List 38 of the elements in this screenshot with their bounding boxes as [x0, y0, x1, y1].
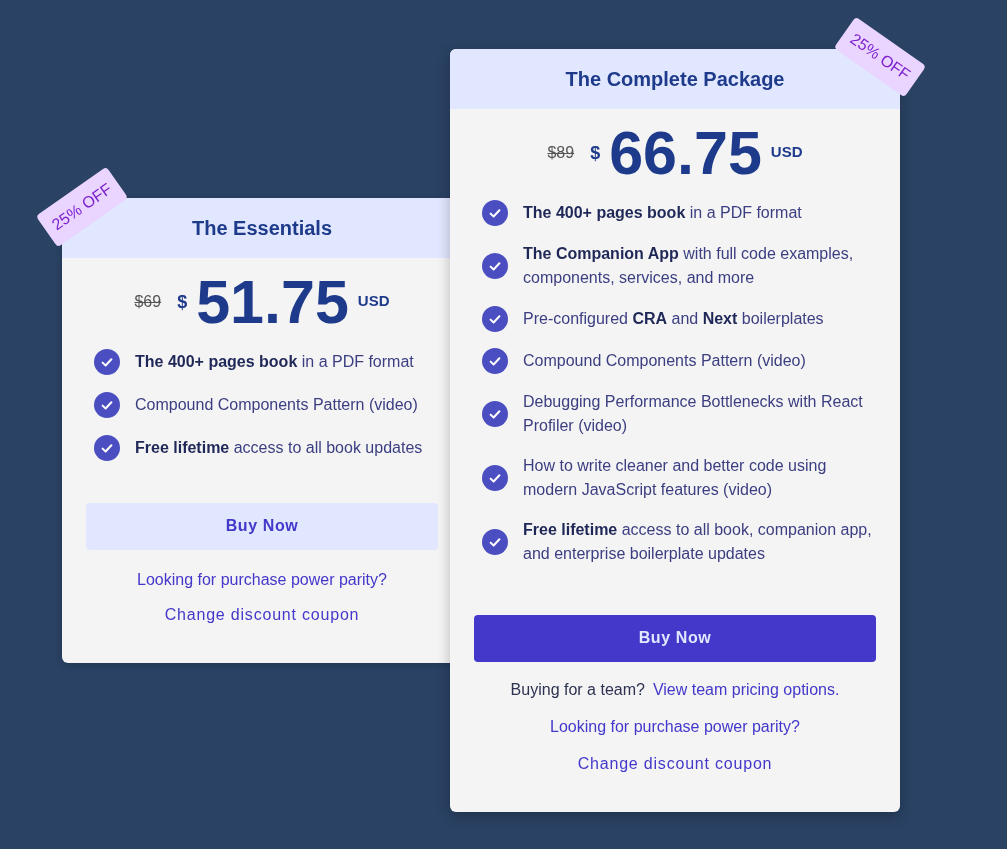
currency-symbol: $: [177, 292, 188, 312]
price-amount: 66.75: [609, 122, 762, 184]
footer-link[interactable]: Looking for purchase power parity?: [550, 714, 800, 739]
check-icon: [482, 528, 508, 555]
team-pricing-link[interactable]: View team pricing options.: [652, 677, 840, 702]
feature-text: Pre-configured CRA and Next boilerplates: [523, 308, 824, 329]
buy-now-button[interactable]: Buy Now: [474, 614, 876, 662]
feature-text: Debugging Performance Bottlenecks with React Profiler (video): [523, 391, 864, 436]
feature-text: The 400+ pages book in a PDF format: [135, 351, 414, 372]
plan-title: The Essentials: [191, 215, 333, 240]
buy-now-button[interactable]: Buy Now: [86, 502, 438, 550]
check-icon: [482, 305, 508, 332]
price-amount: 51.75: [196, 271, 349, 333]
check-icon: [482, 347, 508, 374]
feature-text: The Companion App with full code examples, components, services, and more: [523, 243, 855, 288]
feature-text: Free lifetime access to all book updates: [135, 437, 423, 458]
check-icon: [94, 434, 120, 461]
check-icon: [94, 348, 120, 375]
footer-link[interactable]: Looking for purchase power parity?: [137, 567, 387, 592]
currency-code: USD: [357, 293, 390, 309]
check-icon: [482, 252, 508, 279]
footer-link[interactable]: Change discount coupon: [164, 602, 360, 627]
plan-title: The Complete Package: [565, 66, 785, 91]
currency-code: USD: [770, 144, 803, 160]
check-icon: [482, 199, 508, 226]
original-price: $69: [134, 292, 162, 312]
feature-text: How to write cleaner and better code using modern JavaScript features (video): [523, 455, 828, 500]
footer-link[interactable]: Change discount coupon: [577, 751, 773, 776]
original-price: $89: [547, 143, 575, 163]
check-icon: [482, 400, 508, 427]
feature-text: Compound Components Pattern (video): [135, 394, 418, 415]
check-icon: [94, 391, 120, 418]
feature-text: Compound Components Pattern (video): [523, 350, 806, 371]
currency-symbol: $: [590, 143, 601, 163]
check-icon: [482, 464, 508, 491]
feature-text: Free lifetime access to all book, companion app, and enterprise boilerplate updates: [523, 519, 873, 564]
team-prompt-text: Buying for a team?: [510, 679, 645, 700]
feature-text: The 400+ pages book in a PDF format: [523, 202, 802, 223]
